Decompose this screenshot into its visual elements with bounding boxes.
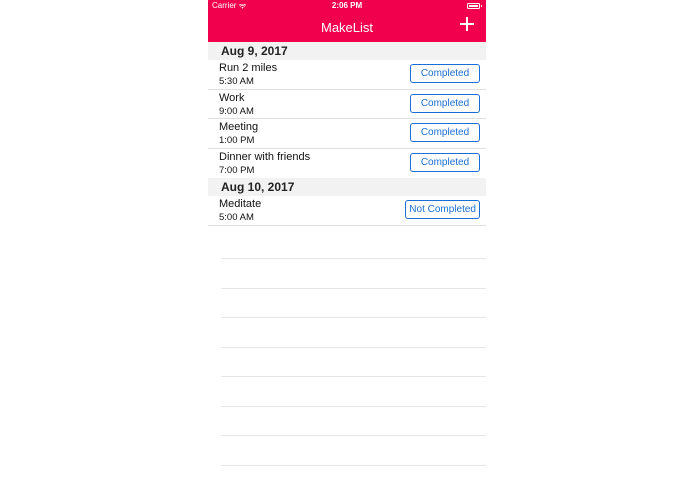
row-divider [221,435,486,436]
task-time: 9:00 AM [219,105,254,117]
row-divider [221,405,486,407]
navigation-bar: Carrier 2:06 PM MakeList [208,0,486,42]
status-toggle-button[interactable]: Completed [410,123,480,142]
status-toggle-button[interactable]: Completed [410,64,480,83]
list-item[interactable]: Meeting 1:00 PM Completed [208,119,486,149]
task-title: Run 2 miles [219,62,278,74]
row-divider [221,287,486,289]
section-header: Aug 10, 2017 [208,178,486,196]
battery-icon [467,3,482,9]
status-time: 2:06 PM [331,1,363,10]
list-item[interactable]: Meditate 5:00 AM Not Completed [208,196,486,226]
section-header: Aug 9, 2017 [208,42,486,60]
status-toggle-button[interactable]: Not Completed [405,200,480,219]
row-divider [221,464,486,466]
task-time: 5:30 AM [219,76,254,87]
app-screen: Carrier 2:06 PM MakeList Aug 9, 2017 Run… [208,0,486,494]
task-time: 1:00 PM [219,135,255,146]
status-bar: Carrier 2:06 PM [208,0,486,12]
list-item[interactable]: Dinner with friends 7:00 PM Completed [208,149,486,179]
row-divider [221,258,486,259]
task-title: Work [219,91,245,104]
task-title: Meeting [219,121,259,133]
task-time: 5:00 AM [219,212,254,223]
task-time: 7:00 PM [219,164,255,176]
add-item-button[interactable] [460,17,474,31]
page-title: MakeList [320,20,374,35]
row-divider [221,317,486,318]
status-toggle-button[interactable]: Completed [410,152,480,172]
list-item[interactable]: Run 2 miles 5:30 AM Completed [208,60,486,90]
task-list: Aug 9, 2017 Run 2 miles 5:30 AM Complete… [208,42,486,226]
list-item[interactable]: Work 9:00 AM Completed [208,90,486,119]
row-divider [221,346,486,348]
task-title: Dinner with friends [219,150,311,163]
status-toggle-button[interactable]: Completed [410,93,480,113]
task-title: Meditate [219,198,262,210]
row-divider [221,376,486,377]
